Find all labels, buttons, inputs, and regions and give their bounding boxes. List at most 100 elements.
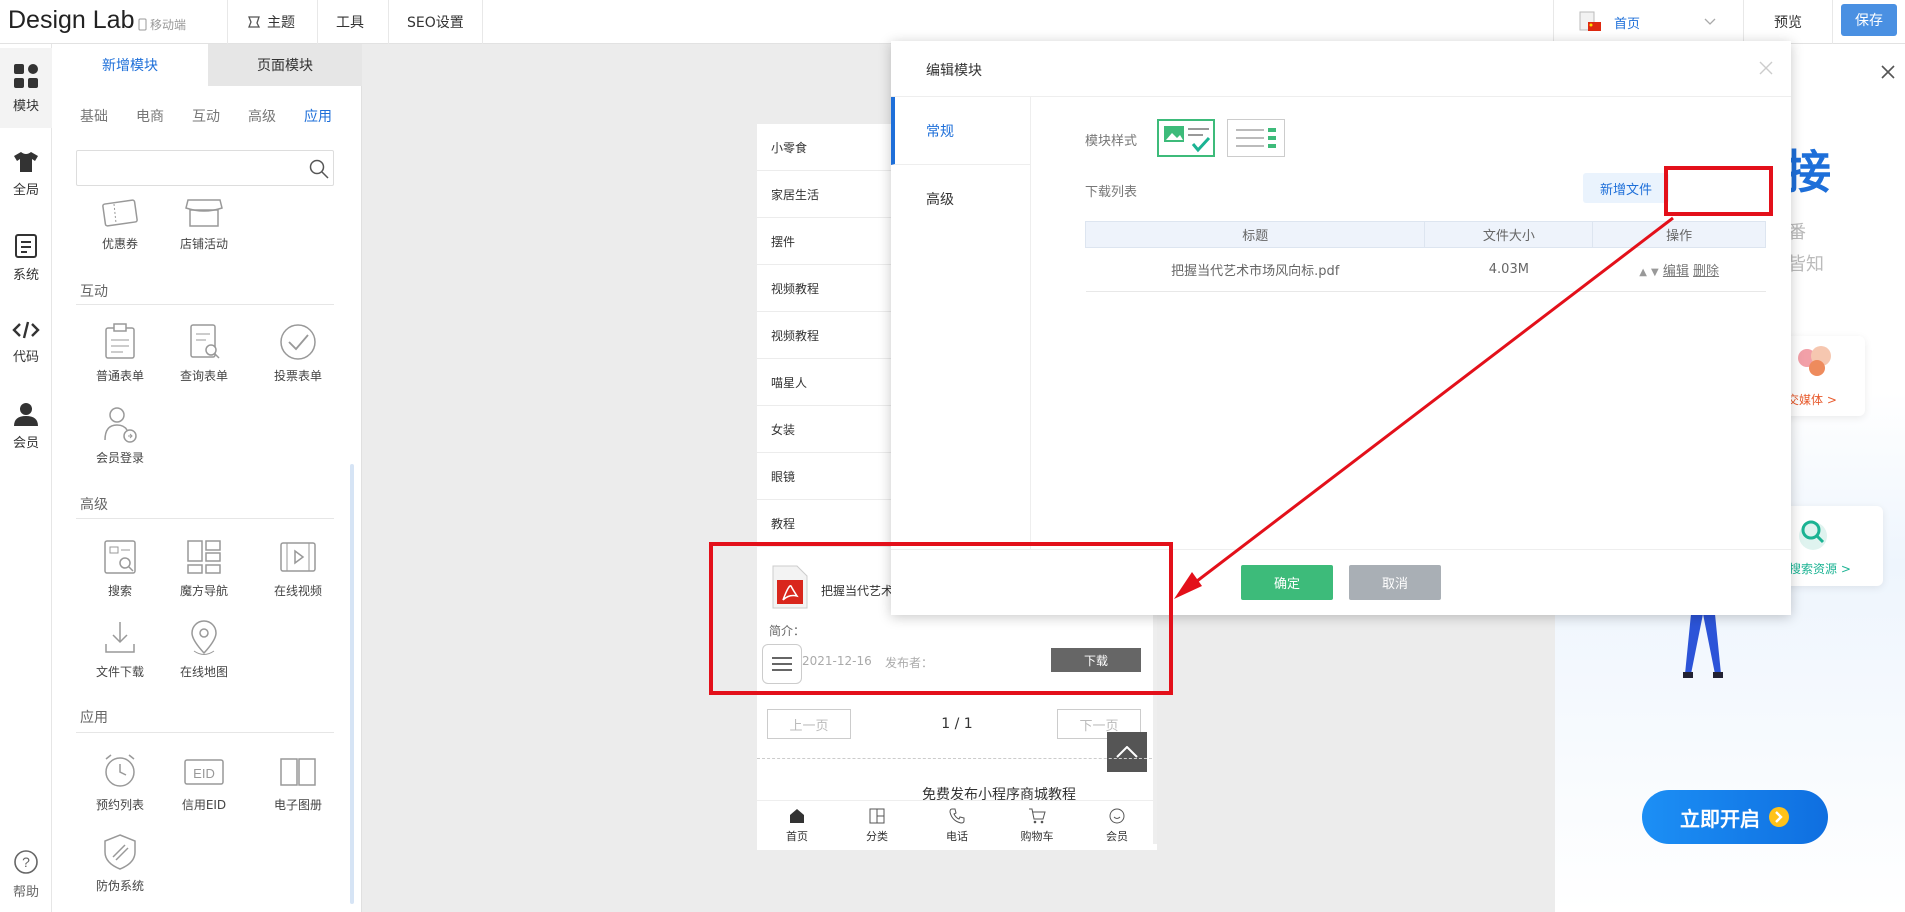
download-icon xyxy=(105,622,135,653)
dialog-tab-advanced[interactable]: 高级 xyxy=(891,165,1031,233)
app-logo: Design Lab xyxy=(8,6,135,34)
left-nav: 模块 全局 系统 代码 会员 ? 帮助 xyxy=(0,44,52,912)
module-e-album[interactable]: 电子图册 xyxy=(258,751,338,813)
module-coupon-label: 优惠券 xyxy=(101,237,138,251)
module-credit-eid[interactable]: EID 信用EID xyxy=(164,751,244,813)
nav-phone[interactable]: 电话 xyxy=(917,801,997,850)
module-booking-list[interactable]: 预约列表 xyxy=(80,751,160,813)
prev-page-button[interactable]: 上一页 xyxy=(767,709,851,739)
nav-cart[interactable]: 购物车 xyxy=(997,801,1077,850)
module-file-download-label: 文件下载 xyxy=(95,665,144,679)
page-flag-icon xyxy=(1579,11,1601,31)
annotation-arrow xyxy=(1174,216,1674,599)
module-anti-fake[interactable]: 防伪系统 xyxy=(80,832,160,894)
tab-page-module[interactable]: 页面模块 xyxy=(208,44,362,86)
delete-link[interactable]: 删除 xyxy=(1693,264,1719,279)
grid-icon xyxy=(14,63,38,88)
svg-text:EID: EID xyxy=(193,766,215,781)
module-member-login-label: 会员登录 xyxy=(95,451,144,465)
module-search[interactable]: 搜索 xyxy=(80,537,160,599)
nav-home[interactable]: 首页 xyxy=(757,801,837,850)
search-icon[interactable] xyxy=(309,159,329,179)
dialog-tab-general[interactable]: 常规 xyxy=(891,97,1031,165)
module-member-login[interactable]: 会员登录 xyxy=(80,404,160,466)
dialog-side-tabs: 常规 高级 xyxy=(891,97,1031,549)
user-icon xyxy=(14,402,38,426)
module-search-label: 搜索 xyxy=(107,584,132,598)
nav-code-label: 代码 xyxy=(12,349,39,365)
nav-system[interactable]: 系统 xyxy=(0,218,52,298)
nav-category[interactable]: 分类 xyxy=(837,801,917,850)
module-anti-fake-label: 防伪系统 xyxy=(95,879,144,893)
module-online-video[interactable]: 在线视频 xyxy=(258,537,338,599)
subtab-interactive[interactable]: 互动 xyxy=(192,106,220,126)
module-form-label: 普通表单 xyxy=(95,369,144,383)
dialog-title: 编辑模块 xyxy=(926,63,982,79)
module-online-map-label: 在线地图 xyxy=(179,665,228,679)
store-icon xyxy=(185,199,223,227)
shield-icon xyxy=(104,834,136,870)
search-module-icon xyxy=(104,540,136,574)
mobile-view-toggle[interactable]: 移动端 xyxy=(138,16,186,33)
nav-global[interactable]: 全局 xyxy=(0,134,52,214)
preview-button[interactable]: 预览 xyxy=(1743,0,1833,44)
search-resource-icon xyxy=(1799,520,1827,550)
coupon-icon xyxy=(102,199,138,227)
highlight-add-file xyxy=(1664,166,1773,216)
module-query-form-label: 查询表单 xyxy=(179,369,228,383)
dialog-tab-general-label: 常规 xyxy=(926,123,954,140)
eid-icon: EID xyxy=(184,759,224,785)
module-search-input[interactable] xyxy=(76,150,334,186)
subtab-basic[interactable]: 基础 xyxy=(80,106,108,126)
subtab-apps[interactable]: 应用 xyxy=(304,106,332,126)
chevron-up-icon xyxy=(1116,746,1138,758)
top-bar: Design Lab 移动端 主题 工具 SEO设置 首页 预览 保存 xyxy=(0,0,1905,44)
module-coupon[interactable]: 优惠券 xyxy=(80,196,160,252)
nav-member[interactable]: 会员 xyxy=(1077,801,1157,850)
nav-code[interactable]: 代码 xyxy=(0,302,52,382)
module-online-map[interactable]: 在线地图 xyxy=(164,618,244,680)
promo-search-link[interactable]: 搜索资源 > xyxy=(1789,560,1851,577)
phone-call-icon xyxy=(949,808,965,824)
home-icon xyxy=(790,808,804,823)
back-to-top-button[interactable] xyxy=(1107,732,1147,772)
panel-scrollbar[interactable] xyxy=(350,464,354,904)
module-magic-nav[interactable]: 魔方导航 xyxy=(164,537,244,599)
tab-add-module[interactable]: 新增模块 xyxy=(52,44,208,86)
close-icon[interactable] xyxy=(1880,64,1896,80)
module-query-form[interactable]: 查询表单 xyxy=(164,322,244,384)
nav-help[interactable]: ? 帮助 xyxy=(0,834,52,912)
tools-menu[interactable]: 工具 xyxy=(317,0,382,44)
module-store-event[interactable]: 店铺活动 xyxy=(164,196,244,252)
style-option-list[interactable] xyxy=(1227,119,1285,157)
save-button[interactable]: 保存 xyxy=(1841,4,1897,36)
divider xyxy=(76,518,334,519)
theme-menu[interactable]: 主题 xyxy=(227,0,313,44)
promo-cta-button[interactable]: 立即开启 xyxy=(1642,790,1828,844)
checkmark-circle-icon xyxy=(280,324,316,360)
module-vote-form-label: 投票表单 xyxy=(273,369,322,383)
style-option-image[interactable] xyxy=(1157,119,1215,157)
dialog-header: 编辑模块 xyxy=(891,41,1791,97)
section-title-apps: 应用 xyxy=(80,710,108,726)
module-e-album-label: 电子图册 xyxy=(273,798,322,812)
member-login-icon xyxy=(104,407,137,443)
subtab-advanced[interactable]: 高级 xyxy=(248,106,276,126)
code-icon xyxy=(12,321,40,338)
page-selector[interactable]: 首页 xyxy=(1553,0,1743,44)
dialog-close-icon[interactable] xyxy=(1759,61,1773,75)
module-vote-form[interactable]: 投票表单 xyxy=(258,322,338,384)
divider xyxy=(76,304,334,305)
download-list-label: 下载列表 xyxy=(1085,185,1138,200)
seo-label: SEO设置 xyxy=(407,15,464,31)
seo-menu[interactable]: SEO设置 xyxy=(388,0,483,44)
nav-home-label: 首页 xyxy=(786,829,808,843)
nav-modules[interactable]: 模块 xyxy=(0,48,52,128)
alarm-clock-icon xyxy=(105,754,135,787)
module-file-download[interactable]: 文件下载 xyxy=(80,618,160,680)
module-form[interactable]: 普通表单 xyxy=(80,322,160,384)
nav-member[interactable]: 会员 xyxy=(0,386,52,466)
add-file-button[interactable]: 新增文件 xyxy=(1583,173,1669,203)
subtab-ecommerce[interactable]: 电商 xyxy=(136,106,164,126)
nav-category-label: 分类 xyxy=(866,829,888,843)
